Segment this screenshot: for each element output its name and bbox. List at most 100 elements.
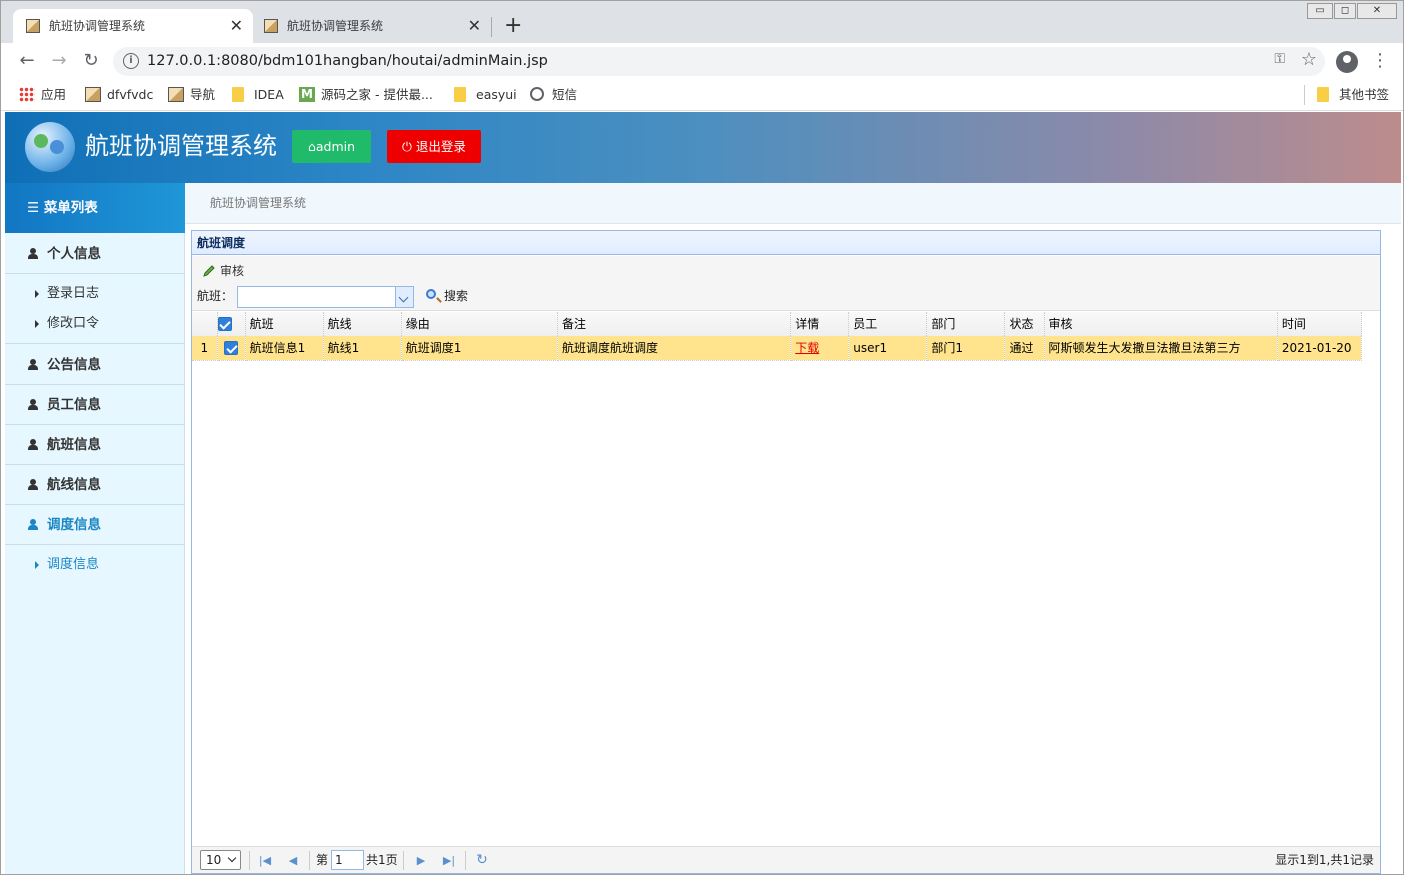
sidebar-subitem-dispatch[interactable]: 调度信息 (5, 550, 185, 580)
checkbox-checked-icon[interactable] (224, 341, 239, 355)
pager-separator (309, 851, 310, 870)
profile-avatar-icon[interactable] (1336, 51, 1358, 73)
first-page-icon[interactable]: |◀ (255, 851, 275, 870)
last-page-icon[interactable]: ▶| (439, 851, 459, 870)
sidebar-item-personal-info[interactable]: 个人信息 (5, 234, 185, 274)
page-number-input[interactable]: 1 (331, 850, 364, 870)
cell-status: 通过 (1004, 336, 1045, 361)
prev-page-icon[interactable]: ◀ (283, 851, 303, 870)
sidebar-item-label: 员工信息 (47, 397, 101, 413)
sidebar-item-dispatch[interactable]: 调度信息 (5, 505, 185, 545)
sidebar-item-announcements[interactable]: 公告信息 (5, 345, 185, 385)
tab-separator (491, 17, 492, 37)
panel-title: 航班调度 (192, 231, 1380, 255)
close-window-button[interactable]: ✕ (1357, 3, 1397, 19)
info-icon[interactable]: i (123, 53, 139, 69)
column-header[interactable]: 员工 (848, 312, 928, 337)
bookmark-star-icon[interactable]: ☆ (1301, 49, 1317, 70)
sidebar-item-routes[interactable]: 航线信息 (5, 465, 185, 505)
pagination: 10 |◀ ◀ 第 1 共1页 ▶ ▶| ↻ 显示1到1,共1记录 (192, 846, 1380, 873)
maximize-button[interactable]: ◻ (1334, 3, 1356, 19)
column-header[interactable]: 航线 (323, 312, 402, 337)
cell-department: 部门1 (926, 336, 1006, 361)
new-tab-button[interactable]: + (504, 11, 522, 41)
close-tab-icon[interactable]: ✕ (230, 9, 243, 43)
flight-filter-combobox[interactable] (237, 286, 414, 308)
menu-title: 菜单列表 (43, 200, 98, 216)
sidebar-item-label: 调度信息 (47, 517, 101, 533)
reload-icon[interactable]: ↻ (79, 49, 103, 73)
forward-icon[interactable]: → (47, 49, 71, 73)
bookmarks-bar: 应用 dfvfvdc 导航 IDEA M 源码之家 - 提供最... easyui… (1, 79, 1403, 111)
app-root: 航班协调管理系统 ⌂admin ⏻ 退出登录 ☰ 菜单列表 个人信息 登录日志 … (5, 112, 1401, 874)
checkbox-checked-icon[interactable] (217, 317, 232, 331)
sidebar-item-flights[interactable]: 航班信息 (5, 425, 185, 465)
chevron-down-icon[interactable] (395, 287, 413, 307)
other-bookmarks[interactable]: 其他书签 (1317, 86, 1389, 104)
bookmark-item[interactable]: M 源码之家 - 提供最... (299, 86, 433, 104)
tab-strip: 航班协调管理系统 ✕ 航班协调管理系统 ✕ + ▭ ◻ ✕ (1, 1, 1403, 43)
bookmark-apps[interactable]: 应用 (19, 86, 66, 104)
back-icon[interactable]: ← (15, 49, 39, 73)
sidebar-item-employees[interactable]: 员工信息 (5, 385, 185, 425)
key-icon[interactable]: ⚿ (1274, 51, 1285, 67)
list-icon: ☰ (27, 200, 44, 216)
column-header[interactable]: 部门 (926, 312, 1006, 337)
download-link[interactable]: 下载 (795, 341, 819, 355)
row-checkbox[interactable] (217, 336, 246, 361)
user-icon (28, 519, 38, 530)
bookmark-label: 导航 (190, 87, 216, 102)
grid-body: 1 航班信息1 航线1 航班调度1 航班调度航班调度 下载 user1 部门1 … (192, 336, 1363, 361)
address-bar[interactable]: i 127.0.0.1:8080/bdm101hangban/houtai/ad… (113, 47, 1325, 76)
column-header[interactable]: 审核 (1044, 312, 1278, 337)
bookmark-item[interactable]: 短信 (530, 86, 577, 104)
bookmark-label: easyui (476, 87, 517, 102)
browser-tab[interactable]: 航班协调管理系统 ✕ (251, 9, 491, 43)
menu-kebab-icon[interactable]: ⋮ (1371, 49, 1389, 73)
browser-tab-active[interactable]: 航班协调管理系统 ✕ (13, 9, 253, 43)
bookmark-item[interactable]: dfvfvdc (85, 86, 153, 104)
audit-button[interactable]: 审核 (202, 261, 244, 281)
refresh-icon[interactable]: ↻ (472, 851, 492, 870)
close-tab-icon[interactable]: ✕ (468, 9, 481, 43)
submenu-personal-info: 登录日志 修改口令 (5, 274, 185, 344)
page-size-select[interactable]: 10 (200, 850, 241, 870)
sidebar-subitem-login-log[interactable]: 登录日志 (5, 279, 185, 309)
column-header[interactable]: 状态 (1004, 312, 1045, 337)
user-icon (28, 439, 38, 450)
row-number: 1 (192, 336, 218, 361)
next-page-icon[interactable]: ▶ (411, 851, 431, 870)
system-title: 航班协调管理系统 (85, 132, 277, 160)
minimize-button[interactable]: ▭ (1307, 3, 1333, 19)
bookmark-item[interactable]: IDEA (232, 86, 284, 104)
column-header[interactable]: 航班 (245, 312, 324, 337)
logout-button-label: 退出登录 (415, 139, 466, 154)
menu-header: ☰ 菜单列表 (5, 183, 185, 233)
cell-flight: 航班信息1 (245, 336, 324, 361)
search-button[interactable]: 搜索 (425, 286, 468, 306)
column-header[interactable]: 备注 (557, 312, 792, 337)
logout-button[interactable]: ⏻ 退出登录 (387, 130, 481, 163)
bookmark-label: 源码之家 - 提供最... (321, 87, 433, 102)
admin-button[interactable]: ⌂admin (292, 130, 371, 163)
cell-review: 阿斯顿发生大发撒旦法撒旦法第三方 (1044, 336, 1278, 361)
user-icon (28, 248, 38, 259)
users-logo-icon (25, 122, 75, 172)
sidebar-item-label: 个人信息 (47, 246, 101, 262)
column-header[interactable]: 时间 (1277, 312, 1363, 337)
sidebar-subitem-change-password[interactable]: 修改口令 (5, 309, 185, 339)
bookmark-item[interactable]: 导航 (168, 86, 215, 104)
column-header[interactable]: 详情 (790, 312, 850, 337)
user-icon (28, 359, 38, 370)
power-icon: ⏻ (402, 139, 416, 154)
pager-separator (403, 851, 404, 870)
sidebar-subitem-label: 调度信息 (47, 557, 100, 572)
column-header[interactable]: 缘由 (401, 312, 558, 337)
select-all-checkbox[interactable] (217, 312, 246, 337)
sidebar: ☰ 菜单列表 个人信息 登录日志 修改口令 公告信息 员工信息 航班信息 航线信… (5, 183, 185, 874)
url-text[interactable]: 127.0.0.1:8080/bdm101hangban/houtai/admi… (147, 47, 548, 76)
browser-toolbar: ← → ↻ i 127.0.0.1:8080/bdm101hangban/hou… (1, 43, 1403, 79)
table-row[interactable]: 1 航班信息1 航线1 航班调度1 航班调度航班调度 下载 user1 部门1 … (192, 336, 1363, 361)
bookmark-item[interactable]: easyui (454, 86, 517, 104)
admin-button-label: admin (315, 139, 356, 154)
